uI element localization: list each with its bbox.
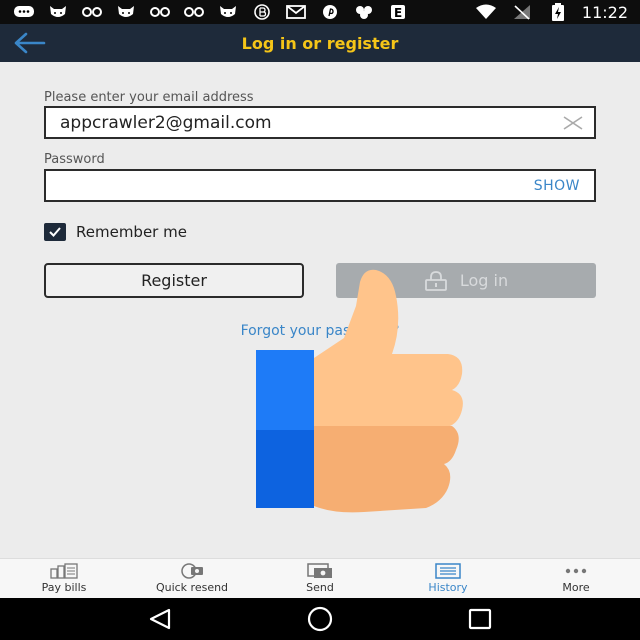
bottom-navigation: Pay bills Quick resend Send History More — [0, 558, 640, 598]
battery-charging-icon — [546, 3, 570, 21]
nav-label: More — [562, 581, 590, 594]
cat-icon — [114, 4, 138, 20]
remember-me-checkbox[interactable]: Remember me — [44, 223, 187, 241]
recents-square-icon — [468, 608, 492, 630]
cat-icon — [46, 4, 70, 20]
send-icon — [307, 563, 332, 578]
history-icon — [435, 563, 461, 579]
cat-icon — [216, 4, 240, 20]
system-navigation-bar — [0, 598, 640, 640]
cluster-icon — [352, 4, 376, 20]
pay-bills-icon — [50, 563, 78, 579]
nav-pay-bills[interactable]: Pay bills — [0, 559, 128, 598]
more-icon — [565, 568, 587, 574]
notification-icons: E — [12, 4, 410, 20]
nav-label: History — [428, 581, 468, 594]
home-circle-icon — [307, 606, 333, 632]
system-home-button[interactable] — [300, 599, 340, 639]
message-icon — [12, 4, 36, 20]
login-button-label: Log in — [459, 271, 509, 290]
arrow-left-icon — [14, 32, 46, 54]
checkmark-icon — [49, 227, 61, 237]
back-triangle-icon — [149, 608, 171, 630]
remember-me-label: Remember me — [76, 223, 187, 241]
nav-label: Quick resend — [155, 581, 229, 594]
system-back-button[interactable] — [140, 599, 180, 639]
infinity-icon — [80, 4, 104, 20]
thumbs-up-overlay — [256, 269, 463, 513]
clear-email-button[interactable] — [552, 108, 594, 137]
nav-more[interactable]: More — [512, 559, 640, 598]
infinity-icon — [182, 4, 206, 20]
infinity-icon — [148, 4, 172, 20]
pinterest-icon — [318, 4, 342, 20]
gmail-icon — [284, 4, 308, 20]
close-icon — [563, 115, 583, 130]
wifi-icon — [474, 4, 498, 20]
e-icon: E — [386, 4, 410, 20]
email-field[interactable] — [46, 108, 552, 137]
page-title: Log in or register — [241, 33, 399, 53]
status-time: 11:22 — [581, 2, 628, 22]
email-label: Please enter your email address — [44, 90, 254, 105]
nav-history[interactable]: History — [384, 559, 512, 598]
no-signal-icon — [510, 4, 534, 20]
status-bar: E 11:22 — [0, 0, 640, 24]
back-button[interactable] — [12, 28, 48, 58]
nav-label: Pay bills — [41, 581, 87, 594]
password-field-container: SHOW — [44, 169, 596, 202]
email-field-container — [44, 106, 596, 139]
nav-label: Send — [306, 581, 334, 594]
nav-send[interactable]: Send — [256, 559, 384, 598]
system-recents-button[interactable] — [460, 599, 500, 639]
quick-resend-icon — [181, 563, 203, 579]
svg-text:E: E — [394, 6, 402, 20]
checkbox-checked[interactable] — [44, 223, 66, 241]
password-field[interactable] — [46, 171, 534, 200]
password-label: Password — [44, 152, 105, 167]
bitcoin-icon — [250, 4, 274, 20]
show-password-button[interactable]: SHOW — [534, 178, 594, 194]
app-bar: Log in or register — [0, 24, 640, 62]
nav-quick-resend[interactable]: Quick resend — [128, 559, 256, 598]
